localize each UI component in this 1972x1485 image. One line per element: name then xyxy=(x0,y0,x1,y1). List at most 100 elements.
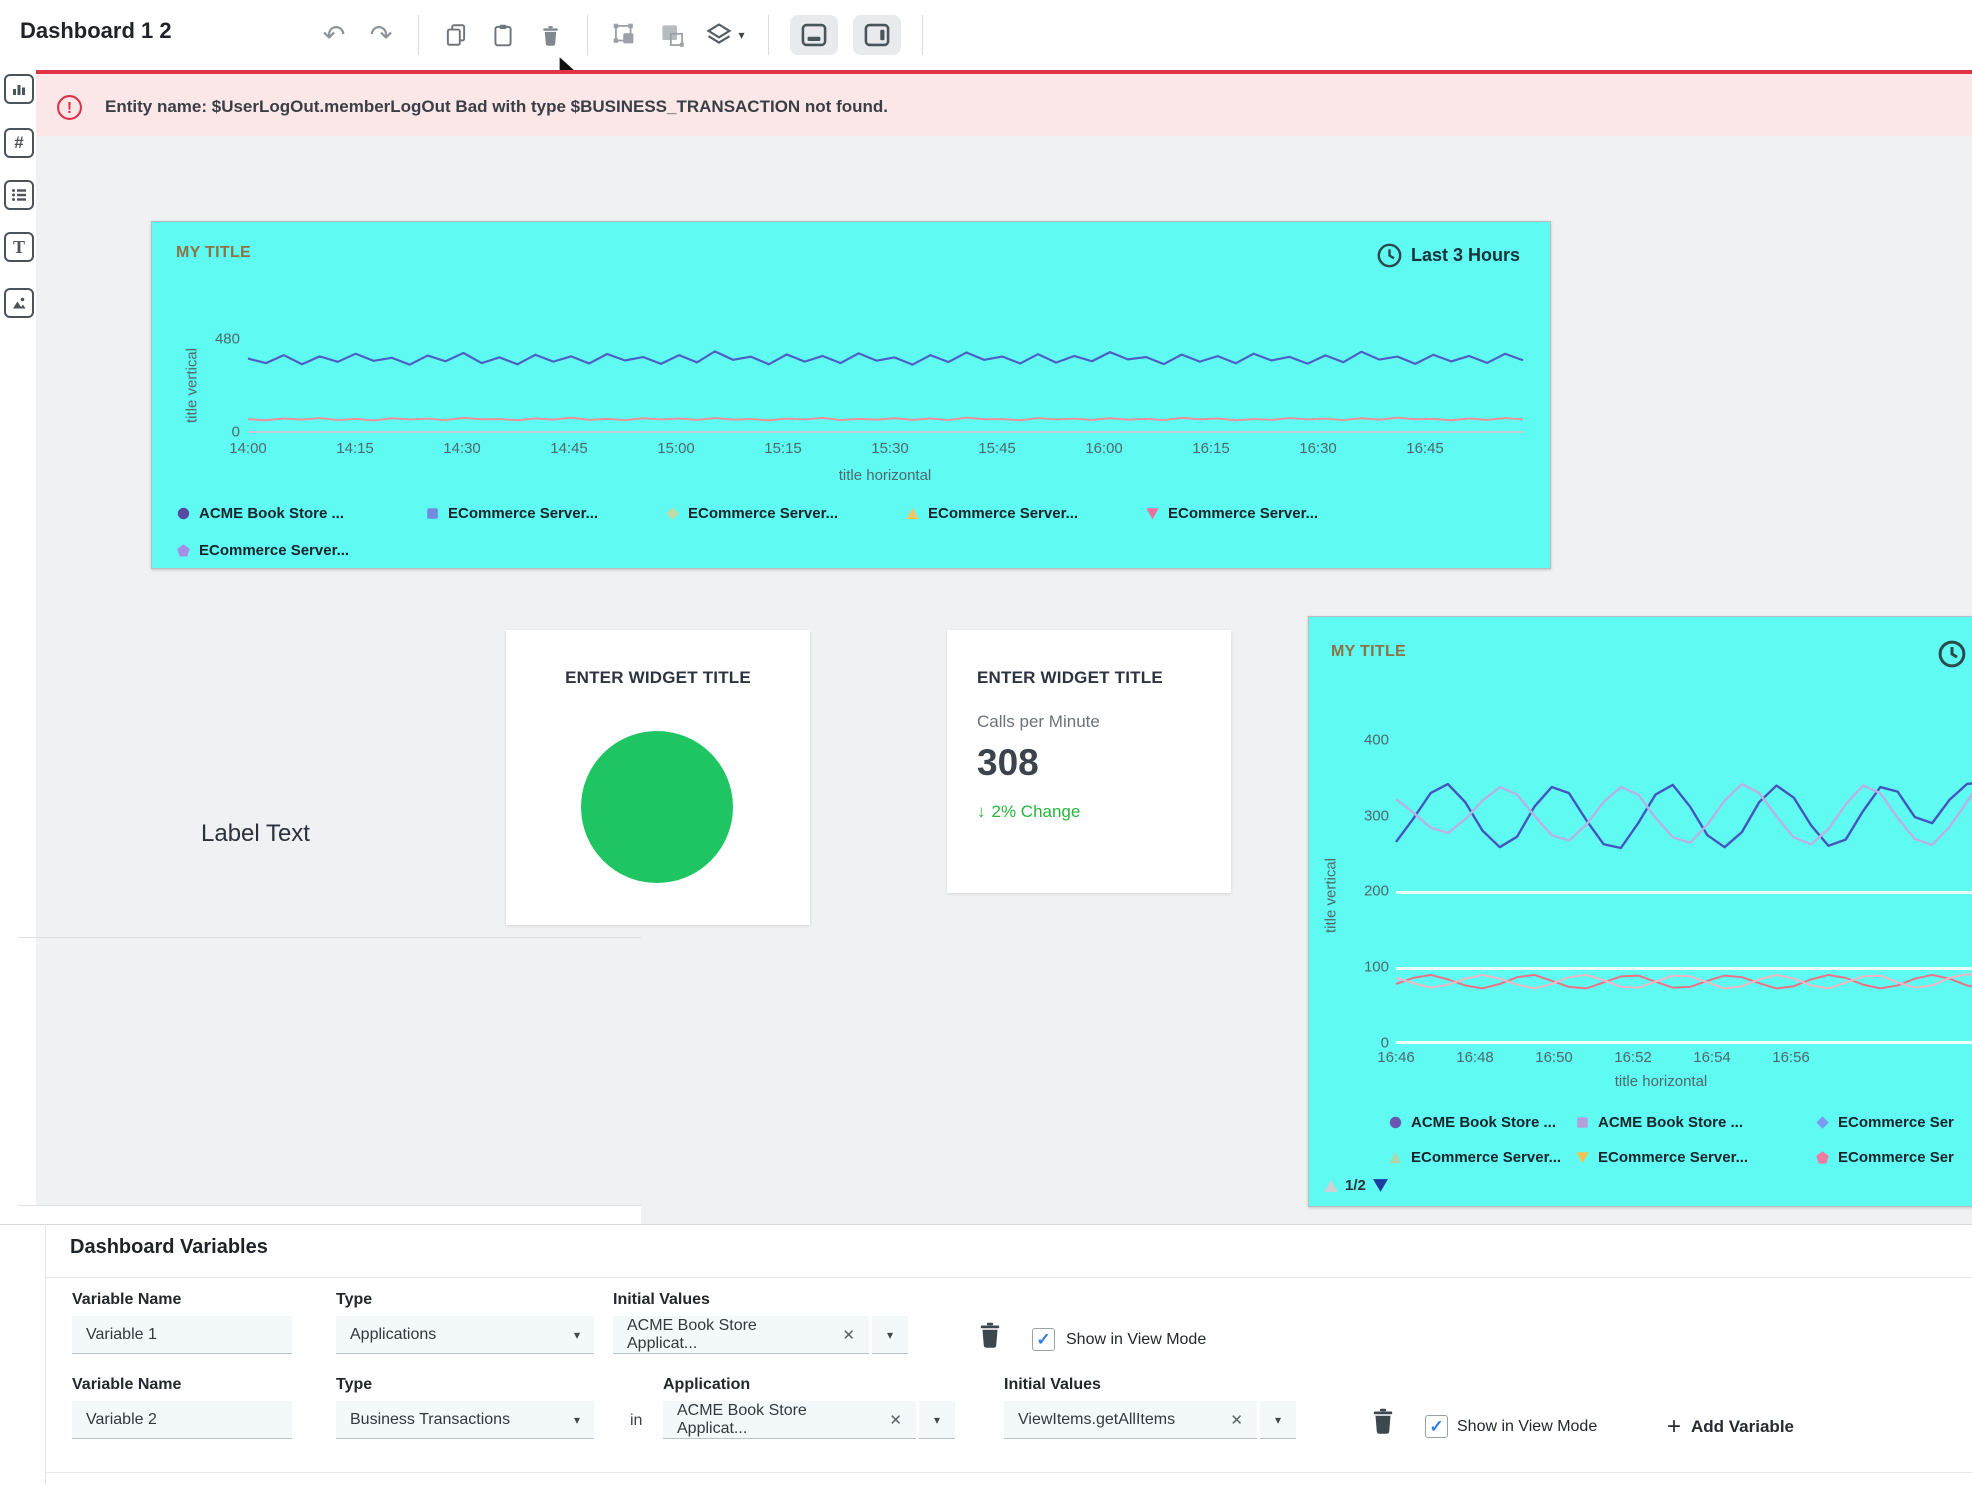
page-up-icon[interactable] xyxy=(1324,1180,1338,1192)
remove-token-icon[interactable]: ✕ xyxy=(1230,1411,1243,1429)
legend-item[interactable]: ECommerce Server... xyxy=(426,502,666,524)
x-tick: 16:50 xyxy=(1535,1049,1573,1066)
copy-icon[interactable] xyxy=(440,19,472,51)
chevron-down-icon: ▾ xyxy=(574,1413,580,1427)
time-range[interactable]: Last 3 Hours xyxy=(1376,242,1520,269)
svg-text:!: ! xyxy=(67,100,72,117)
toolbar-separator xyxy=(587,15,588,55)
timeseries-widget-2[interactable]: MY TITLE title vertical 4003002001000 16… xyxy=(1308,616,1972,1207)
legend-item[interactable]: ECommerce Server... xyxy=(1576,1146,1816,1168)
initial-values-token[interactable]: ViewItems.getAllItems✕ xyxy=(1004,1401,1257,1439)
health-widget[interactable]: ENTER WIDGET TITLE xyxy=(506,630,810,925)
x-tick: 16:56 xyxy=(1772,1049,1810,1066)
y-tick: 0 xyxy=(232,424,240,441)
chart-title: MY TITLE xyxy=(176,244,251,262)
circle-marker-icon xyxy=(1389,1116,1402,1129)
initial-values-label: Initial Values xyxy=(1004,1376,1101,1394)
error-banner: ! Entity name: $UserLogOut.memberLogOut … xyxy=(36,70,1972,141)
x-tick: 16:54 xyxy=(1693,1049,1731,1066)
paste-icon[interactable] xyxy=(487,19,519,51)
metric-label: Calls per Minute xyxy=(977,712,1100,732)
legend-item[interactable]: ECommerce Server... xyxy=(906,502,1146,524)
down-arrow-icon: ↓ xyxy=(977,802,986,822)
triangle-down-marker-icon xyxy=(1146,507,1159,520)
legend-item[interactable]: ECommerce Server... xyxy=(177,539,426,561)
panel-bottom-toggle[interactable] xyxy=(790,15,838,55)
legend-pager: 1/2 xyxy=(1324,1177,1388,1194)
delete-icon[interactable] xyxy=(534,19,566,51)
square-marker-icon xyxy=(426,507,439,520)
redo-icon[interactable]: ↷ xyxy=(365,19,397,51)
x-tick: 14:15 xyxy=(336,440,374,457)
remove-token-icon[interactable]: ✕ xyxy=(842,1326,855,1344)
panel-right-toggle[interactable] xyxy=(853,15,901,55)
variable-name-input[interactable]: Variable 2 xyxy=(72,1401,292,1439)
x-tick: 16:52 xyxy=(1614,1049,1652,1066)
y-axis-ticks: 4800 xyxy=(200,340,240,431)
show-in-view-mode-checkbox[interactable]: ✓ xyxy=(1425,1415,1448,1438)
delete-variable-icon[interactable] xyxy=(1369,1406,1399,1438)
series-line xyxy=(248,418,1523,421)
diamond-marker-icon xyxy=(1816,1116,1829,1129)
add-variable-button[interactable]: + Add Variable xyxy=(1667,1413,1794,1441)
x-tick: 16:46 xyxy=(1377,1049,1415,1066)
x-tick: 15:30 xyxy=(871,440,909,457)
legend-item[interactable]: ECommerce Server... xyxy=(666,502,906,524)
legend-item[interactable]: ACME Book Store ... xyxy=(1389,1111,1576,1133)
application-dropdown[interactable]: ▾ xyxy=(919,1401,955,1439)
number-widget-icon[interactable]: # xyxy=(4,128,34,158)
application-token[interactable]: ACME Book Store Applicat...✕ xyxy=(663,1401,916,1439)
type-label: Type xyxy=(336,1376,372,1394)
widget-title: ENTER WIDGET TITLE xyxy=(506,668,810,688)
triangle-up-marker-icon xyxy=(906,507,919,520)
remove-token-icon[interactable]: ✕ xyxy=(889,1411,902,1429)
y-axis-title: title vertical xyxy=(184,338,201,434)
list-widget-icon[interactable] xyxy=(4,180,34,210)
page-down-icon[interactable] xyxy=(1373,1179,1388,1192)
y-tick: 480 xyxy=(215,331,240,348)
type-select[interactable]: Business Transactions▾ xyxy=(336,1401,594,1439)
image-widget-icon[interactable] xyxy=(4,288,34,318)
error-text: Entity name: $UserLogOut.memberLogOut Ba… xyxy=(105,97,888,117)
initial-values-dropdown[interactable]: ▾ xyxy=(1260,1401,1296,1439)
toolbar: Dashboard 1 2 ↶ ↷ ▾ xyxy=(0,0,1972,70)
legend-item[interactable]: ACME Book Store ... xyxy=(1576,1111,1816,1133)
panel-divider xyxy=(45,1472,1972,1473)
text-widget-icon[interactable]: T xyxy=(4,232,34,262)
legend-item[interactable]: ACME Book Store ... xyxy=(177,502,426,524)
legend-item[interactable]: ECommerce Server... xyxy=(1389,1146,1576,1168)
dashboard-variables-panel xyxy=(0,1224,1972,1485)
x-tick: 16:48 xyxy=(1456,1049,1494,1066)
chart-legend: ACME Book Store ...ECommerce Server...EC… xyxy=(177,502,1386,561)
legend-item[interactable]: ECommerce Ser xyxy=(1816,1111,1972,1133)
show-in-view-mode-checkbox[interactable]: ✓ xyxy=(1032,1328,1055,1351)
show-in-view-mode-label: Show in View Mode xyxy=(1457,1418,1597,1436)
metric-widget[interactable]: ENTER WIDGET TITLE Calls per Minute 308 … xyxy=(947,630,1231,893)
plus-icon: + xyxy=(1667,1413,1681,1441)
ungroup-icon[interactable] xyxy=(656,19,688,51)
x-tick: 16:00 xyxy=(1085,440,1123,457)
toolbar-separator xyxy=(922,15,923,55)
layers-icon[interactable]: ▾ xyxy=(703,19,747,51)
undo-icon[interactable]: ↶ xyxy=(318,19,350,51)
chart-widget-icon[interactable] xyxy=(4,74,34,104)
square-marker-icon xyxy=(1576,1116,1589,1129)
initial-values-dropdown[interactable]: ▾ xyxy=(872,1316,908,1354)
group-icon[interactable] xyxy=(609,19,641,51)
toolbar-separator xyxy=(768,15,769,55)
x-tick: 14:45 xyxy=(550,440,588,457)
x-tick: 14:00 xyxy=(229,440,267,457)
timeseries-widget-1[interactable]: MY TITLE Last 3 Hours title vertical 480… xyxy=(151,221,1551,569)
widget-outline xyxy=(18,1205,641,1225)
circle-marker-icon xyxy=(177,507,190,520)
variable-name-input[interactable]: Variable 1 xyxy=(72,1316,292,1354)
initial-values-token[interactable]: ACME Book Store Applicat...✕ xyxy=(613,1316,869,1354)
type-select[interactable]: Applications▾ xyxy=(336,1316,594,1354)
pentagon-marker-icon xyxy=(1816,1151,1829,1164)
legend-item[interactable]: ECommerce Ser xyxy=(1816,1146,1972,1168)
delete-variable-icon[interactable] xyxy=(976,1320,1006,1352)
time-range[interactable] xyxy=(1937,639,1967,669)
show-in-view-mode-label: Show in View Mode xyxy=(1066,1331,1206,1349)
label-widget[interactable]: Label Text xyxy=(201,820,310,848)
legend-item[interactable]: ECommerce Server... xyxy=(1146,502,1386,524)
